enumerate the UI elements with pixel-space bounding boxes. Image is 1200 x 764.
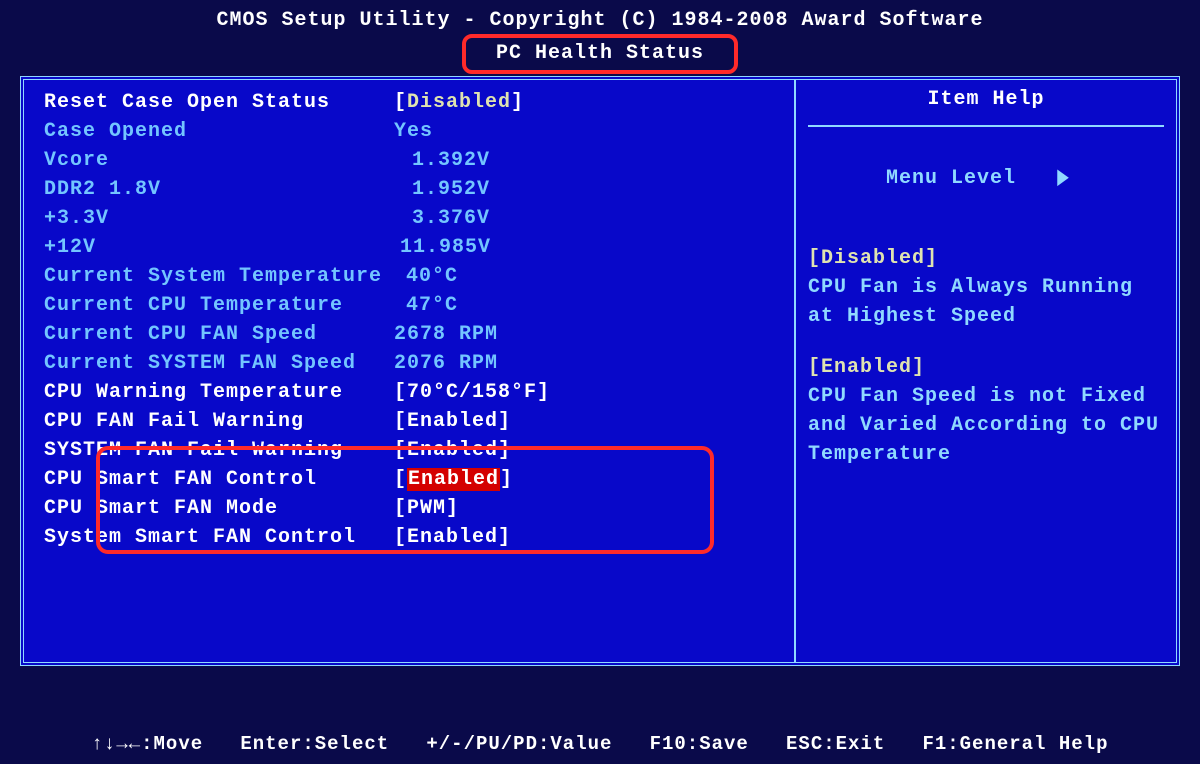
info-label: Current System Temperature [44, 262, 394, 291]
triangle-right-icon: ▶ [1058, 164, 1069, 193]
page-title: PC Health Status [462, 34, 738, 74]
info-ddr2: DDR2 1.8V 1.952V [44, 175, 784, 204]
info-value: 1.952V [394, 175, 784, 204]
bios-title: CMOS Setup Utility - Copyright (C) 1984-… [20, 8, 1180, 34]
setting-label: SYSTEM FAN Fail Warning [44, 436, 394, 465]
setting-system-fan-fail-warning[interactable]: SYSTEM FAN Fail Warning [Enabled] [44, 436, 784, 465]
setting-label: CPU Smart FAN Control [44, 465, 394, 494]
info-sys-temp: Current System Temperature 40°C [44, 262, 784, 291]
info-label: Vcore [44, 146, 394, 175]
info-value: 3.376V [394, 204, 784, 233]
info-vcore: Vcore 1.392V [44, 146, 784, 175]
setting-label: CPU Smart FAN Mode [44, 494, 394, 523]
info-value: 11.985V [394, 233, 784, 262]
main-panel: Reset Case Open Status [Disabled] Case O… [20, 76, 1180, 666]
info-label: DDR2 1.8V [44, 175, 394, 204]
setting-system-smart-fan-control[interactable]: System Smart FAN Control [Enabled] [44, 523, 784, 552]
help-heading: [Disabled] [808, 244, 1164, 273]
info-3v3: +3.3V 3.376V [44, 204, 784, 233]
settings-pane: Reset Case Open Status [Disabled] Case O… [24, 80, 796, 662]
help-body: CPU Fan is Always Running at Highest Spe… [808, 273, 1164, 331]
setting-value: [Disabled] [394, 88, 784, 117]
setting-label: CPU FAN Fail Warning [44, 407, 394, 436]
help-body: CPU Fan Speed is not Fixed and Varied Ac… [808, 382, 1164, 469]
setting-cpu-warning-temperature[interactable]: CPU Warning Temperature [70°C/158°F] [44, 378, 784, 407]
help-section-disabled: [Disabled] CPU Fan is Always Running at … [808, 244, 1164, 331]
info-label: Current CPU FAN Speed [44, 320, 394, 349]
info-label: Current SYSTEM FAN Speed [44, 349, 394, 378]
info-label: +12V [44, 233, 394, 262]
setting-cpu-smart-fan-mode[interactable]: CPU Smart FAN Mode [PWM] [44, 494, 784, 523]
setting-value: [70°C/158°F] [394, 378, 784, 407]
info-value: 40°C [394, 262, 784, 291]
footer-line-1: ↑↓→←:Move Enter:Select +/-/PU/PD:Value F… [20, 730, 1180, 758]
setting-label: CPU Warning Temperature [44, 378, 394, 407]
setting-cpu-fan-fail-warning[interactable]: CPU FAN Fail Warning [Enabled] [44, 407, 784, 436]
setting-value: [Enabled] [394, 436, 784, 465]
info-sys-fan-speed: Current SYSTEM FAN Speed 2076 RPM [44, 349, 784, 378]
info-value: 47°C [394, 291, 784, 320]
setting-label: System Smart FAN Control [44, 523, 394, 552]
info-label: +3.3V [44, 204, 394, 233]
help-title: Item Help [808, 88, 1164, 111]
menu-level: Menu Level ▶ [808, 135, 1164, 222]
setting-value: [Enabled] [394, 465, 784, 494]
info-label: Case Opened [44, 117, 394, 146]
setting-value: [Enabled] [394, 523, 784, 552]
info-cpu-fan-speed: Current CPU FAN Speed 2678 RPM [44, 320, 784, 349]
info-value: Yes [394, 117, 784, 146]
info-case-opened: Case Opened Yes [44, 117, 784, 146]
help-section-enabled: [Enabled] CPU Fan Speed is not Fixed and… [808, 353, 1164, 469]
help-pane: Item Help Menu Level ▶ [Disabled] CPU Fa… [796, 80, 1176, 662]
setting-value: [PWM] [394, 494, 784, 523]
setting-label: Reset Case Open Status [44, 88, 394, 117]
help-heading: [Enabled] [808, 353, 1164, 382]
info-12v: +12V 11.985V [44, 233, 784, 262]
footer-hotkeys: ↑↓→←:Move Enter:Select +/-/PU/PD:Value F… [20, 674, 1180, 764]
setting-reset-case-open-status[interactable]: Reset Case Open Status [Disabled] [44, 88, 784, 117]
info-cpu-temp: Current CPU Temperature 47°C [44, 291, 784, 320]
info-value: 2076 RPM [394, 349, 784, 378]
setting-value: [Enabled] [394, 407, 784, 436]
info-value: 1.392V [394, 146, 784, 175]
info-value: 2678 RPM [394, 320, 784, 349]
info-label: Current CPU Temperature [44, 291, 394, 320]
setting-cpu-smart-fan-control[interactable]: CPU Smart FAN Control [Enabled] [44, 465, 784, 494]
